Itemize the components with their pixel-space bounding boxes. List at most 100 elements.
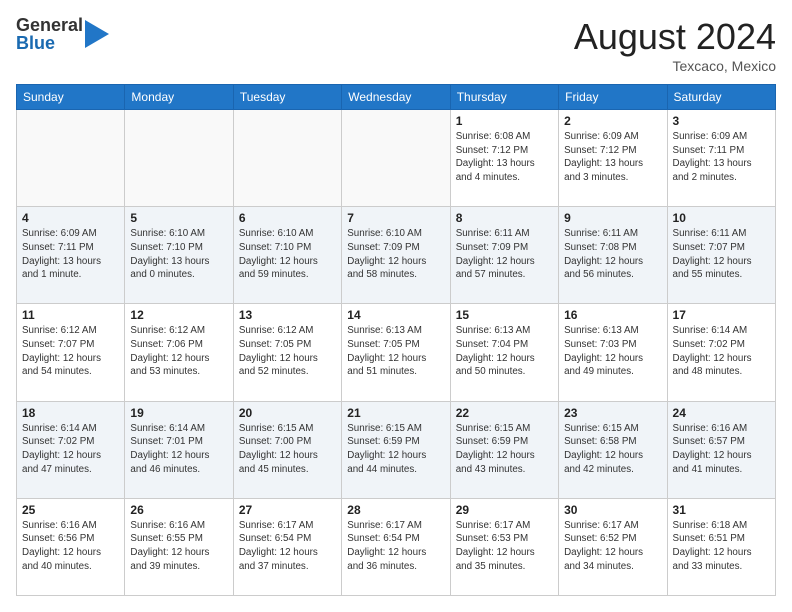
logo-blue: Blue (16, 34, 83, 52)
day-info: Sunrise: 6:15 AM Sunset: 6:59 PM Dayligh… (456, 422, 553, 477)
table-row (233, 110, 341, 207)
col-monday: Monday (125, 85, 233, 110)
logo: General Blue (16, 16, 109, 52)
table-row: 28Sunrise: 6:17 AM Sunset: 6:54 PM Dayli… (342, 498, 450, 595)
day-number: 18 (22, 406, 119, 420)
table-row: 12 Sunrise: 6:12 AM Sunset: 7:06 PM Dayli… (125, 304, 233, 401)
day-info: Sunrise: 6:14 AM Sunset: 7:02 PM Dayligh… (673, 324, 770, 379)
table-row: 24Sunrise: 6:16 AM Sunset: 6:57 PM Dayli… (667, 401, 775, 498)
table-row: 17Sunrise: 6:14 AM Sunset: 7:02 PM Dayli… (667, 304, 775, 401)
table-row: 14 Sunrise: 6:13 AM Sunset: 7:05 PM Dayli… (342, 304, 450, 401)
col-sunday: Sunday (17, 85, 125, 110)
day-info: Sunrise: 6:17 AM Sunset: 6:53 PM Dayligh… (456, 519, 553, 574)
col-tuesday: Tuesday (233, 85, 341, 110)
table-row: 20 Sunrise: 6:15 AM Sunset: 7:00 PM Dayli… (233, 401, 341, 498)
day-info: Sunrise: 6:13 AM Sunset: 7:03 PM Dayligh… (564, 324, 661, 379)
week-row-3: 11Sunrise: 6:12 AM Sunset: 7:07 PM Dayli… (17, 304, 776, 401)
header: General Blue August 2024 Texcaco, Mexico (16, 16, 776, 74)
table-row: 26Sunrise: 6:16 AM Sunset: 6:55 PM Dayli… (125, 498, 233, 595)
week-row-1: 1 Sunrise: 6:08 AM Sunset: 7:12 PM Daylig… (17, 110, 776, 207)
table-row (342, 110, 450, 207)
day-number: 15 (456, 308, 553, 322)
day-number: 11 (22, 308, 119, 322)
table-row: 9 Sunrise: 6:11 AM Sunset: 7:08 PM Daylig… (559, 207, 667, 304)
table-row: 4Sunrise: 6:09 AM Sunset: 7:11 PM Daylig… (17, 207, 125, 304)
day-number: 22 (456, 406, 553, 420)
table-row: 3 Sunrise: 6:09 AM Sunset: 7:11 PM Daylig… (667, 110, 775, 207)
day-number: 25 (22, 503, 119, 517)
table-row (17, 110, 125, 207)
day-number: 29 (456, 503, 553, 517)
table-row: 31Sunrise: 6:18 AM Sunset: 6:51 PM Dayli… (667, 498, 775, 595)
day-number: 3 (673, 114, 770, 128)
table-row: 19Sunrise: 6:14 AM Sunset: 7:01 PM Dayli… (125, 401, 233, 498)
table-row: 15 Sunrise: 6:13 AM Sunset: 7:04 PM Dayli… (450, 304, 558, 401)
table-row: 30 Sunrise: 6:17 AM Sunset: 6:52 PM Dayli… (559, 498, 667, 595)
table-row: 25Sunrise: 6:16 AM Sunset: 6:56 PM Dayli… (17, 498, 125, 595)
day-info: Sunrise: 6:09 AM Sunset: 7:11 PM Dayligh… (22, 227, 119, 282)
location: Texcaco, Mexico (574, 58, 776, 74)
logo-text: General Blue (16, 16, 83, 52)
day-number: 9 (564, 211, 661, 225)
day-info: Sunrise: 6:09 AM Sunset: 7:11 PM Dayligh… (673, 130, 770, 185)
day-info: Sunrise: 6:17 AM Sunset: 6:52 PM Dayligh… (564, 519, 661, 574)
table-row: 8 Sunrise: 6:11 AM Sunset: 7:09 PM Daylig… (450, 207, 558, 304)
table-row: 6 Sunrise: 6:10 AM Sunset: 7:10 PM Daylig… (233, 207, 341, 304)
col-wednesday: Wednesday (342, 85, 450, 110)
table-row: 2 Sunrise: 6:09 AM Sunset: 7:12 PM Daylig… (559, 110, 667, 207)
day-info: Sunrise: 6:11 AM Sunset: 7:09 PM Dayligh… (456, 227, 553, 282)
table-row: 22 Sunrise: 6:15 AM Sunset: 6:59 PM Dayli… (450, 401, 558, 498)
day-number: 7 (347, 211, 444, 225)
day-info: Sunrise: 6:15 AM Sunset: 7:00 PM Dayligh… (239, 422, 336, 477)
day-number: 1 (456, 114, 553, 128)
table-row: 10 Sunrise: 6:11 AM Sunset: 7:07 PM Dayli… (667, 207, 775, 304)
day-info: Sunrise: 6:14 AM Sunset: 7:02 PM Dayligh… (22, 422, 119, 477)
week-row-5: 25Sunrise: 6:16 AM Sunset: 6:56 PM Dayli… (17, 498, 776, 595)
day-info: Sunrise: 6:09 AM Sunset: 7:12 PM Dayligh… (564, 130, 661, 185)
col-saturday: Saturday (667, 85, 775, 110)
day-info: Sunrise: 6:08 AM Sunset: 7:12 PM Dayligh… (456, 130, 553, 185)
day-info: Sunrise: 6:10 AM Sunset: 7:10 PM Dayligh… (239, 227, 336, 282)
table-row: 18 Sunrise: 6:14 AM Sunset: 7:02 PM Dayli… (17, 401, 125, 498)
week-row-2: 4Sunrise: 6:09 AM Sunset: 7:11 PM Daylig… (17, 207, 776, 304)
month-year: August 2024 (574, 16, 776, 58)
day-info: Sunrise: 6:16 AM Sunset: 6:57 PM Dayligh… (673, 422, 770, 477)
week-row-4: 18 Sunrise: 6:14 AM Sunset: 7:02 PM Dayli… (17, 401, 776, 498)
col-thursday: Thursday (450, 85, 558, 110)
day-number: 8 (456, 211, 553, 225)
day-number: 12 (130, 308, 227, 322)
day-info: Sunrise: 6:11 AM Sunset: 7:07 PM Dayligh… (673, 227, 770, 282)
table-row: 11Sunrise: 6:12 AM Sunset: 7:07 PM Dayli… (17, 304, 125, 401)
table-row: 23Sunrise: 6:15 AM Sunset: 6:58 PM Dayli… (559, 401, 667, 498)
col-friday: Friday (559, 85, 667, 110)
table-row: 5Sunrise: 6:10 AM Sunset: 7:10 PM Daylig… (125, 207, 233, 304)
day-number: 14 (347, 308, 444, 322)
day-number: 13 (239, 308, 336, 322)
day-info: Sunrise: 6:11 AM Sunset: 7:08 PM Dayligh… (564, 227, 661, 282)
day-number: 30 (564, 503, 661, 517)
table-row: 1 Sunrise: 6:08 AM Sunset: 7:12 PM Daylig… (450, 110, 558, 207)
day-info: Sunrise: 6:13 AM Sunset: 7:05 PM Dayligh… (347, 324, 444, 379)
day-number: 5 (130, 211, 227, 225)
day-number: 31 (673, 503, 770, 517)
title-block: August 2024 Texcaco, Mexico (574, 16, 776, 74)
day-info: Sunrise: 6:17 AM Sunset: 6:54 PM Dayligh… (347, 519, 444, 574)
day-number: 16 (564, 308, 661, 322)
day-number: 10 (673, 211, 770, 225)
calendar-table: Sunday Monday Tuesday Wednesday Thursday… (16, 84, 776, 596)
day-number: 26 (130, 503, 227, 517)
day-number: 19 (130, 406, 227, 420)
day-number: 6 (239, 211, 336, 225)
day-info: Sunrise: 6:13 AM Sunset: 7:04 PM Dayligh… (456, 324, 553, 379)
table-row: 7Sunrise: 6:10 AM Sunset: 7:09 PM Daylig… (342, 207, 450, 304)
day-number: 27 (239, 503, 336, 517)
table-row: 29 Sunrise: 6:17 AM Sunset: 6:53 PM Dayli… (450, 498, 558, 595)
day-number: 21 (347, 406, 444, 420)
day-info: Sunrise: 6:12 AM Sunset: 7:06 PM Dayligh… (130, 324, 227, 379)
day-number: 2 (564, 114, 661, 128)
day-info: Sunrise: 6:12 AM Sunset: 7:05 PM Dayligh… (239, 324, 336, 379)
page: General Blue August 2024 Texcaco, Mexico… (0, 0, 792, 612)
day-number: 20 (239, 406, 336, 420)
table-row: 27Sunrise: 6:17 AM Sunset: 6:54 PM Dayli… (233, 498, 341, 595)
logo-icon (85, 20, 109, 48)
